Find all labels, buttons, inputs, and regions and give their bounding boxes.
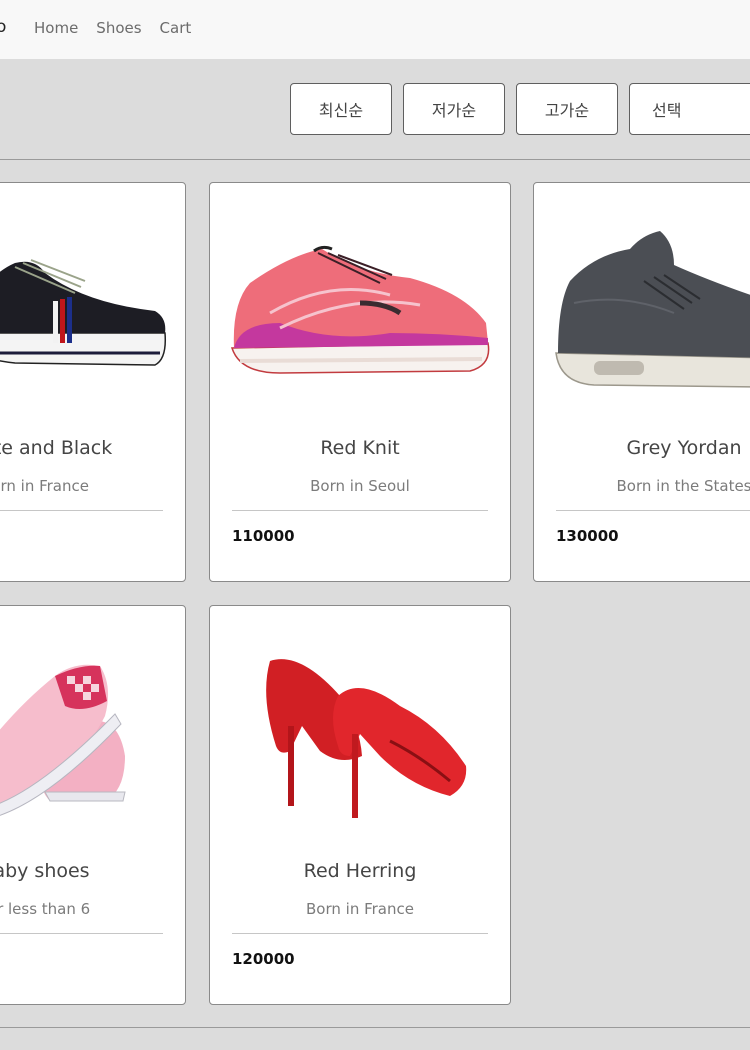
product-description: Born in Seoul <box>310 477 410 495</box>
nav-link-shoes[interactable]: Shoes <box>96 19 141 37</box>
divider-top <box>0 159 750 160</box>
red-heels-image <box>210 606 510 831</box>
nav-link-home[interactable]: Home <box>34 19 78 37</box>
sort-high-price-button[interactable]: 고가순 <box>516 83 618 135</box>
brand-logo[interactable]: o <box>0 17 6 37</box>
product-card[interactable]: Baby shoes For less than 6 <box>0 605 186 1005</box>
product-description: Born in France <box>306 900 414 918</box>
product-price: 130000 <box>556 527 619 545</box>
sort-latest-button[interactable]: 최신순 <box>290 83 392 135</box>
product-card[interactable]: Grey Yordan Born in the States 130000 <box>533 182 750 582</box>
card-divider <box>232 933 488 934</box>
card-divider <box>232 510 488 511</box>
product-card[interactable]: Red Knit Born in Seoul 110000 <box>209 182 511 582</box>
product-title[interactable]: Baby shoes <box>0 860 185 882</box>
product-description: Born in France <box>0 477 89 495</box>
sneaker-grey-yordan-image <box>534 183 750 408</box>
top-navbar: o Home Shoes Cart <box>0 0 750 59</box>
product-price: 110000 <box>232 527 295 545</box>
product-description: For less than 6 <box>0 900 91 918</box>
product-title[interactable]: White and Black <box>0 437 185 459</box>
card-divider <box>0 933 163 934</box>
sort-low-price-button[interactable]: 저가순 <box>403 83 505 135</box>
sneaker-red-knit-image <box>210 183 510 408</box>
card-divider <box>0 510 163 511</box>
divider-bottom <box>0 1027 750 1028</box>
nav-link-cart[interactable]: Cart <box>160 19 192 37</box>
card-divider <box>556 510 750 511</box>
pink-baby-shoes-image <box>0 606 185 831</box>
product-card[interactable]: White and Black Born in France <box>0 182 186 582</box>
sneaker-white-black-image <box>0 183 185 408</box>
product-title[interactable]: Red Herring <box>210 860 510 882</box>
product-description: Born in the States <box>616 477 750 495</box>
sort-select-value: 선택 <box>652 101 682 120</box>
product-card[interactable]: Red Herring Born in France 120000 <box>209 605 511 1005</box>
nav-links: Home Shoes Cart <box>34 19 191 37</box>
sort-select-dropdown[interactable]: 선택 <box>629 83 750 135</box>
product-price: 120000 <box>232 950 295 968</box>
product-title[interactable]: Grey Yordan <box>534 437 750 459</box>
product-title[interactable]: Red Knit <box>210 437 510 459</box>
